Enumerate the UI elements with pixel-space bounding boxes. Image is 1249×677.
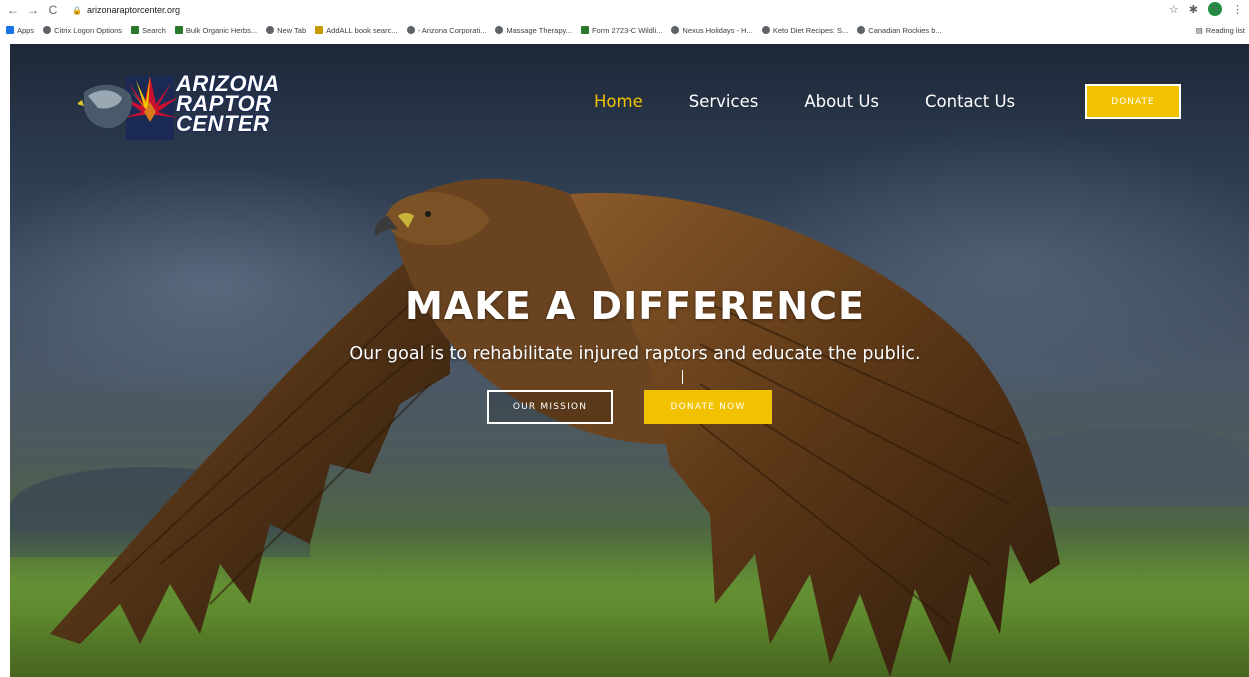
reading-list[interactable]: ▤ Reading list: [1196, 21, 1245, 39]
bookmark-apps[interactable]: Apps: [6, 26, 34, 35]
back-arrow-icon[interactable]: ←: [6, 3, 20, 17]
profile-avatar[interactable]: S: [1208, 2, 1222, 16]
bookmark-keto[interactable]: Keto Diet Recipes: S...: [761, 26, 848, 35]
image-icon: [131, 26, 140, 34]
menu-dots-icon[interactable]: ⋮: [1232, 3, 1243, 16]
logo-wordmark: ARIZONA RAPTOR CENTER: [176, 71, 280, 136]
star-icon[interactable]: ☆: [1169, 3, 1179, 16]
nav-about-us[interactable]: About Us: [804, 92, 879, 111]
site-logo[interactable]: ARIZONA RAPTOR CENTER: [76, 71, 288, 144]
url-text: arizonaraptorcenter.org: [86, 5, 181, 15]
nav-services[interactable]: Services: [689, 92, 759, 111]
donate-now-button[interactable]: DONATE NOW: [644, 390, 772, 424]
bookmark-citrix[interactable]: Citrix Logon Options: [43, 26, 122, 35]
address-bar[interactable]: 🔒 arizonaraptorcenter.org: [72, 5, 180, 15]
bookmark-herbs[interactable]: Bulk Organic Herbs...: [174, 26, 257, 35]
bookmark-massage[interactable]: Massage Therapy...: [495, 26, 572, 35]
reload-icon[interactable]: C: [46, 3, 60, 17]
dots-icon: [495, 26, 504, 34]
lock-icon: 🔒: [72, 5, 82, 15]
bookmark-addall[interactable]: AddALL book searc...: [315, 26, 398, 35]
donate-button[interactable]: DONATE: [1085, 84, 1181, 119]
bookmark-form[interactable]: Form 2723-C Wildli...: [580, 26, 662, 35]
bookmark-rockies[interactable]: Canadian Rockies b...: [857, 26, 942, 35]
globe-icon: [43, 26, 52, 34]
text-cursor: [682, 370, 683, 384]
apps-grid-icon: [6, 26, 14, 34]
our-mission-button[interactable]: OUR MISSION: [487, 390, 613, 424]
forward-arrow-icon[interactable]: →: [26, 3, 40, 17]
bookmarks-bar: Apps Citrix Logon Options Search Bulk Or…: [0, 21, 1249, 39]
main-nav: Home Services About Us Contact Us: [594, 92, 1061, 111]
globe-icon: [671, 26, 680, 34]
extensions-icon[interactable]: ✱: [1189, 3, 1198, 16]
arizona-flag-eagle-icon: [76, 76, 180, 140]
form-icon: [580, 26, 589, 34]
address-row: ← → C 🔒 arizonaraptorcenter.org ☆ ✱ S ⋮: [0, 0, 1249, 20]
globe-icon: [857, 26, 866, 34]
browser-chrome: ← → C 🔒 arizonaraptorcenter.org ☆ ✱ S ⋮ …: [0, 0, 1249, 42]
book-icon: [315, 26, 324, 34]
hero-subheadline: Our goal is to rehabilitate injured rapt…: [349, 344, 921, 364]
globe-icon: [266, 26, 275, 34]
bookmark-search[interactable]: Search: [131, 26, 166, 35]
reading-list-icon: ▤: [1195, 25, 1203, 35]
toolbar-right: ☆ ✱ S ⋮: [1169, 2, 1243, 16]
nav-home[interactable]: Home: [594, 92, 643, 111]
hero-headline: MAKE A DIFFERENCE: [405, 284, 865, 328]
nav-contact-us[interactable]: Contact Us: [925, 92, 1015, 111]
hero-section: ARIZONA RAPTOR CENTER Home Services Abou…: [10, 44, 1249, 677]
herbs-icon: [174, 26, 183, 34]
globe-icon: [406, 26, 415, 34]
bookmark-nexus[interactable]: Nexus Holidays - H...: [671, 26, 753, 35]
globe-icon: [761, 26, 770, 34]
bookmark-new-tab[interactable]: New Tab: [266, 26, 306, 35]
bookmark-arizona-corp[interactable]: - Arizona Corporati...: [406, 26, 486, 35]
